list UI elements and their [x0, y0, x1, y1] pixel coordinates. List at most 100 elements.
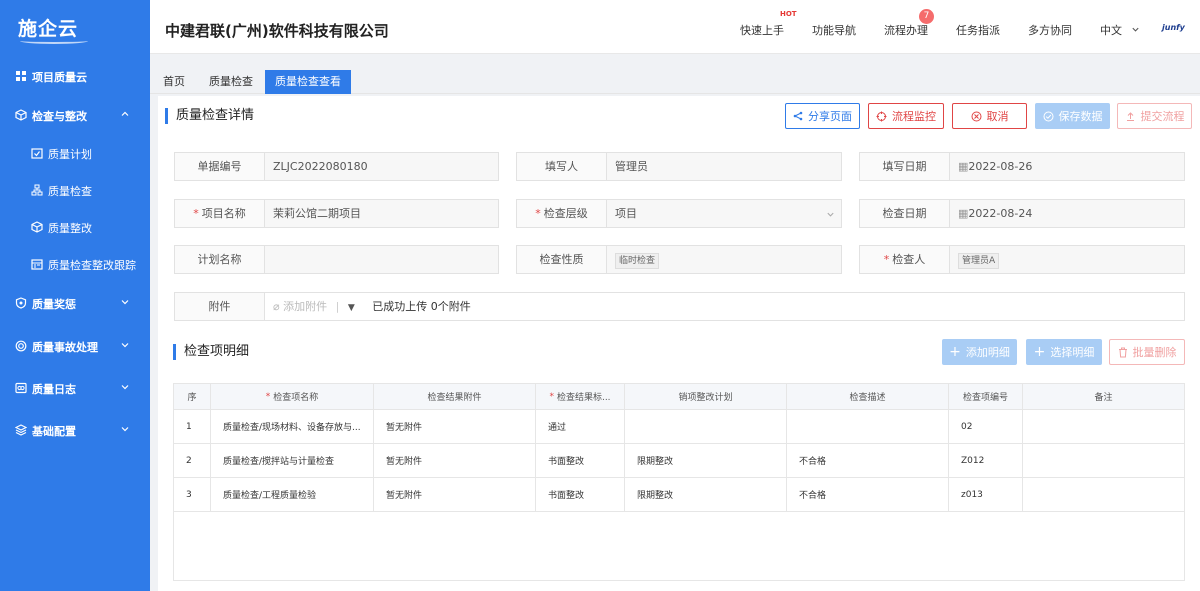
check-date-label: 检查日期 — [860, 200, 950, 227]
sidebar-item-label: 质量检查整改跟踪 — [48, 259, 136, 272]
add-detail-button[interactable]: + 添加明细 — [942, 339, 1017, 365]
cancel-button[interactable]: 取消 — [952, 103, 1027, 129]
brand-logo: junfy — [1162, 23, 1185, 32]
inspector-tag: 管理员A — [958, 253, 1000, 269]
project-field: * 项目名称 茉莉公馆二期项目 — [174, 199, 499, 228]
cell-item-name: 质量检查/工程质量检验 — [211, 478, 374, 511]
select-detail-button[interactable]: + 选择明细 — [1026, 339, 1102, 365]
writer-field: 填写人 管理员 — [516, 152, 842, 181]
tab-quality-check[interactable]: 质量检查 — [209, 70, 253, 94]
add-attachment-label: 添加附件 — [283, 300, 328, 313]
cell-index: 3 — [174, 478, 211, 511]
table-row[interactable]: 1 质量检查/现场材料、设备存放与... 暂无附件 通过 02 — [174, 410, 1184, 444]
calendar-check-icon — [31, 148, 43, 159]
chevron-down-icon — [121, 300, 129, 305]
attachment-field: 附件 ⌀ 添加附件 | ▼ 已成功上传 0个附件 — [174, 292, 1185, 321]
sidebar-item-label: 质量奖惩 — [32, 298, 76, 311]
target-icon — [15, 340, 27, 352]
trash-icon — [1118, 347, 1127, 357]
submit-process-button[interactable]: 提交流程 — [1117, 103, 1192, 129]
add-attachment-button[interactable]: ⌀ 添加附件 — [273, 300, 331, 313]
doc-no-field: 单据编号 ZLJC2022080180 — [174, 152, 499, 181]
check-level-select[interactable]: * 检查层级 项目 — [516, 199, 842, 228]
save-data-button[interactable]: 保存数据 — [1035, 103, 1110, 129]
required-mark: * — [549, 391, 554, 402]
cell-plan: 限期整改 — [625, 478, 787, 511]
main-content: 质量检查详情 分享页面 流程监控 取消 保存数据 提交流程 单据编号 ZLJC2… — [158, 96, 1200, 591]
cell-attachment: 暂无附件 — [374, 478, 536, 511]
page-tabs: 首页 质量检查 质量检查查看 — [150, 70, 1200, 94]
table-row[interactable]: 3 质量检查/工程质量检验 暂无附件 书面整改 限期整改 不合格 z013 — [174, 478, 1184, 512]
sidebar-item-quality-tracking[interactable]: 质量检查整改跟踪 — [0, 251, 150, 279]
tab-quality-check-view[interactable]: 质量检查查看 — [265, 70, 351, 94]
cell-attachment: 暂无附件 — [374, 444, 536, 477]
sidebar-item-quality-check[interactable]: 质量检查 — [0, 177, 150, 205]
sidebar-item-quality-reward[interactable]: 质量奖惩 — [0, 290, 150, 318]
function-nav-link[interactable]: 功能导航 — [812, 22, 856, 38]
grid-icon — [16, 71, 26, 81]
quickstart-link[interactable]: 快速上手 — [740, 22, 784, 38]
check-circle-icon — [1043, 111, 1053, 121]
upload-icon — [1126, 111, 1134, 121]
company-name: 中建君联(广州)软件科技有限公司 — [165, 22, 389, 40]
sidebar-item-label: 质量计划 — [48, 148, 92, 161]
required-mark: * — [535, 207, 541, 220]
logo-swoosh — [20, 38, 88, 44]
cell-item-name: 质量检查/现场材料、设备存放与... — [211, 410, 374, 443]
cube-icon — [15, 109, 27, 121]
plus-icon: + — [949, 344, 961, 360]
top-header: 中建君联(广州)软件科技有限公司 快速上手 HOT 功能导航 流程办理 7 任务… — [150, 0, 1200, 54]
cancel-circle-icon — [971, 111, 981, 121]
cell-item-code: z013 — [949, 478, 1023, 511]
divider: | — [335, 300, 340, 313]
col-remark: 备注 — [1094, 393, 1113, 403]
app-logo[interactable]: 施企云 — [18, 14, 78, 41]
select-detail-label: 选择明细 — [1050, 346, 1095, 359]
sidebar-item-quality-rectify[interactable]: 质量整改 — [0, 214, 150, 242]
cell-result: 通过 — [536, 410, 625, 443]
inspector-label: 检查人 — [892, 253, 926, 266]
check-nature-label: 检查性质 — [517, 246, 607, 273]
required-mark: * — [265, 391, 271, 402]
attachment-dropdown-icon[interactable]: ▼ — [348, 303, 355, 313]
col-index: 序 — [174, 384, 211, 409]
chevron-down-icon — [121, 427, 129, 432]
chevron-down-icon — [1131, 27, 1139, 32]
sidebar-item-quality-plan[interactable]: 质量计划 — [0, 140, 150, 168]
batch-delete-button[interactable]: 批量删除 — [1109, 339, 1185, 365]
sidebar-item-label: 质量日志 — [32, 383, 76, 396]
cell-attachment: 暂无附件 — [374, 410, 536, 443]
share-page-button[interactable]: 分享页面 — [785, 103, 860, 129]
cancel-label: 取消 — [986, 110, 1009, 123]
items-title: 检查项明细 — [173, 344, 249, 360]
writer-value: 管理员 — [615, 160, 648, 173]
check-level-value: 项目 — [615, 207, 637, 220]
language-select[interactable]: 中文 — [1100, 22, 1140, 38]
process-monitor-button[interactable]: 流程监控 — [868, 103, 944, 129]
table-row[interactable]: 2 质量检查/搅拌站与计量检查 暂无附件 书面整改 限期整改 不合格 Z012 — [174, 444, 1184, 478]
sidebar-item-project-quality-cloud[interactable]: 项目质量云 — [0, 63, 150, 91]
table-header: 序 * 检查项名称 检查结果附件 * 检查结果标... 销项整改计划 检查描述 检查… — [174, 384, 1184, 410]
task-assign-link[interactable]: 任务指派 — [956, 22, 1000, 38]
plan-name-field: 计划名称 — [174, 245, 499, 274]
cell-remark — [1023, 410, 1184, 443]
write-date-field: 填写日期 ▦2022-08-26 — [859, 152, 1185, 181]
sidebar-item-accident[interactable]: 质量事故处理 — [0, 333, 150, 361]
col-attachment: 检查结果附件 — [374, 384, 536, 409]
sidebar-item-label: 检查与整改 — [32, 110, 87, 123]
doc-no-label: 单据编号 — [175, 153, 265, 180]
sidebar-item-check-rectify[interactable]: 检查与整改 — [0, 102, 150, 130]
add-detail-label: 添加明细 — [965, 346, 1010, 359]
process-link[interactable]: 流程办理 — [884, 22, 928, 38]
cube-icon — [31, 221, 43, 233]
sidebar-item-quality-log[interactable]: 质量日志 — [0, 375, 150, 403]
detail-title: 质量检查详情 — [165, 108, 254, 124]
sidebar-item-label: 质量检查 — [48, 185, 92, 198]
attachment-status: 已成功上传 0个附件 — [372, 300, 471, 313]
sidebar-item-base-config[interactable]: 基础配置 — [0, 417, 150, 445]
hot-badge: HOT — [780, 10, 797, 18]
inspector-field: * 检查人 管理员A — [859, 245, 1185, 274]
collab-link[interactable]: 多方协同 — [1028, 22, 1072, 38]
batch-delete-label: 批量删除 — [1132, 346, 1177, 359]
tab-home[interactable]: 首页 — [163, 70, 185, 94]
